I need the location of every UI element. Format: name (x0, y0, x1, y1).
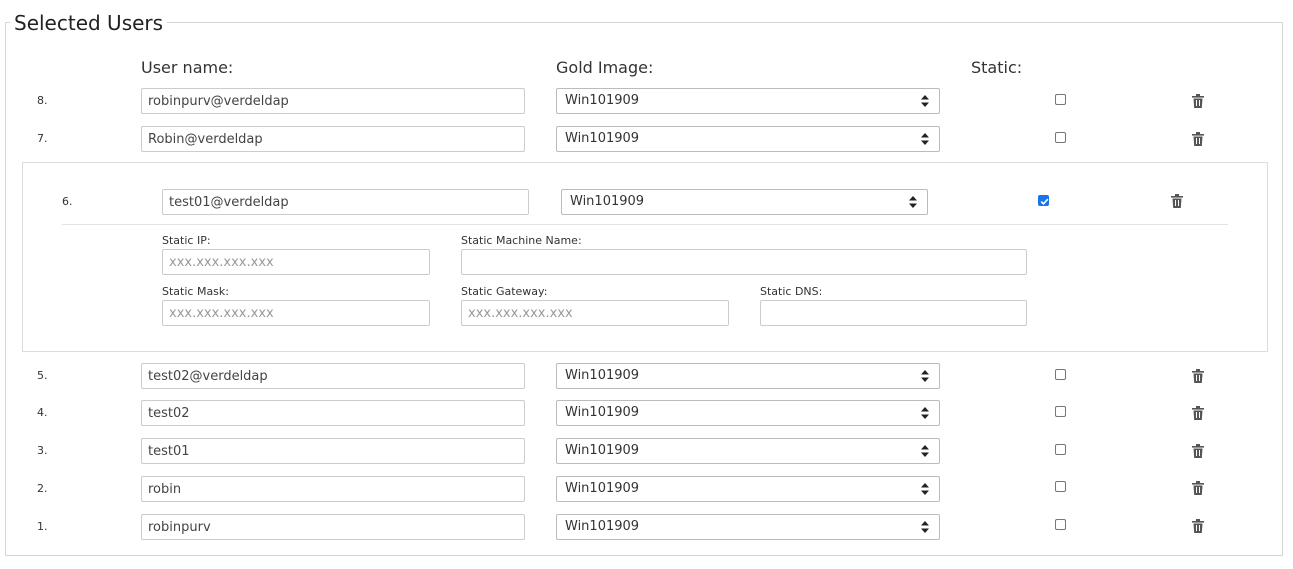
trash-icon[interactable] (1192, 94, 1204, 108)
gold-image-select[interactable]: Win101909 (556, 476, 940, 502)
username-input[interactable] (141, 438, 525, 464)
static-mask-input[interactable] (162, 300, 430, 326)
static-dns-input[interactable] (760, 300, 1027, 326)
username-input[interactable] (141, 88, 525, 114)
row-number: 7. (37, 132, 48, 145)
gold-image-header: Gold Image: (556, 58, 654, 77)
static-checkbox[interactable] (1055, 94, 1066, 105)
static-checkbox[interactable] (1055, 406, 1066, 417)
row-number: 2. (37, 482, 48, 495)
username-input[interactable] (141, 514, 525, 540)
gold-image-value: Win101909 (570, 194, 645, 209)
static-ip-label: Static IP: (162, 234, 211, 247)
fieldset-legend: Selected Users (10, 10, 168, 36)
gold-image-value: Win101909 (565, 93, 640, 108)
gold-image-value: Win101909 (565, 443, 640, 458)
trash-icon[interactable] (1192, 519, 1204, 533)
static-ip-input[interactable] (162, 249, 430, 275)
gold-image-select[interactable]: Win101909 (556, 88, 940, 114)
static-machine-name-label: Static Machine Name: (461, 234, 582, 247)
gold-image-value: Win101909 (565, 368, 640, 383)
static-config-divider (62, 224, 1228, 225)
gold-image-select[interactable]: Win101909 (556, 400, 940, 426)
table-row-expanded: 6. Win101909 (0, 189, 1293, 217)
row-number: 1. (37, 520, 48, 533)
static-checkbox[interactable] (1055, 132, 1066, 143)
checkmark-icon (1040, 198, 1049, 205)
select-arrows-icon (921, 95, 929, 107)
gold-image-value: Win101909 (565, 481, 640, 496)
static-machine-name-input[interactable] (461, 249, 1027, 275)
static-checkbox[interactable] (1055, 444, 1066, 455)
row-number: 3. (37, 444, 48, 457)
trash-icon[interactable] (1171, 194, 1183, 208)
trash-icon[interactable] (1192, 444, 1204, 458)
select-arrows-icon (921, 483, 929, 495)
gold-image-select[interactable]: Win101909 (561, 189, 928, 215)
gold-image-select[interactable]: Win101909 (556, 514, 940, 540)
static-dns-label: Static DNS: (760, 285, 823, 298)
username-input[interactable] (162, 189, 529, 215)
row-number: 4. (37, 406, 48, 419)
gold-image-select[interactable]: Win101909 (556, 126, 940, 152)
username-input[interactable] (141, 400, 525, 426)
static-checkbox[interactable] (1055, 481, 1066, 492)
trash-icon[interactable] (1192, 481, 1204, 495)
table-row: 3. Win101909 (0, 438, 1293, 466)
select-arrows-icon (921, 445, 929, 457)
row-number: 6. (62, 195, 73, 208)
select-arrows-icon (921, 370, 929, 382)
table-row: 7. Win101909 (0, 126, 1293, 154)
gold-image-select[interactable]: Win101909 (556, 363, 940, 389)
table-row: 1. Win101909 (0, 514, 1293, 542)
username-input[interactable] (141, 363, 525, 389)
static-checkbox[interactable] (1055, 519, 1066, 530)
trash-icon[interactable] (1192, 369, 1204, 383)
gold-image-value: Win101909 (565, 519, 640, 534)
gold-image-select[interactable]: Win101909 (556, 438, 940, 464)
table-row: 5. Win101909 (0, 363, 1293, 391)
username-input[interactable] (141, 126, 525, 152)
trash-icon[interactable] (1192, 406, 1204, 420)
static-gateway-label: Static Gateway: (461, 285, 548, 298)
select-arrows-icon (921, 407, 929, 419)
row-number: 8. (37, 94, 48, 107)
table-row: 8. Win101909 (0, 88, 1293, 116)
username-input[interactable] (141, 476, 525, 502)
select-arrows-icon (909, 196, 917, 208)
static-checkbox[interactable] (1055, 369, 1066, 380)
static-gateway-input[interactable] (461, 300, 729, 326)
static-mask-label: Static Mask: (162, 285, 229, 298)
row-number: 5. (37, 369, 48, 382)
static-checkbox[interactable] (1038, 195, 1049, 206)
user-name-header: User name: (141, 58, 234, 77)
static-header: Static: (971, 58, 1023, 77)
table-row: 4. Win101909 (0, 400, 1293, 428)
trash-icon[interactable] (1192, 132, 1204, 146)
select-arrows-icon (921, 133, 929, 145)
gold-image-value: Win101909 (565, 405, 640, 420)
gold-image-value: Win101909 (565, 131, 640, 146)
select-arrows-icon (921, 521, 929, 533)
table-row: 2. Win101909 (0, 476, 1293, 504)
